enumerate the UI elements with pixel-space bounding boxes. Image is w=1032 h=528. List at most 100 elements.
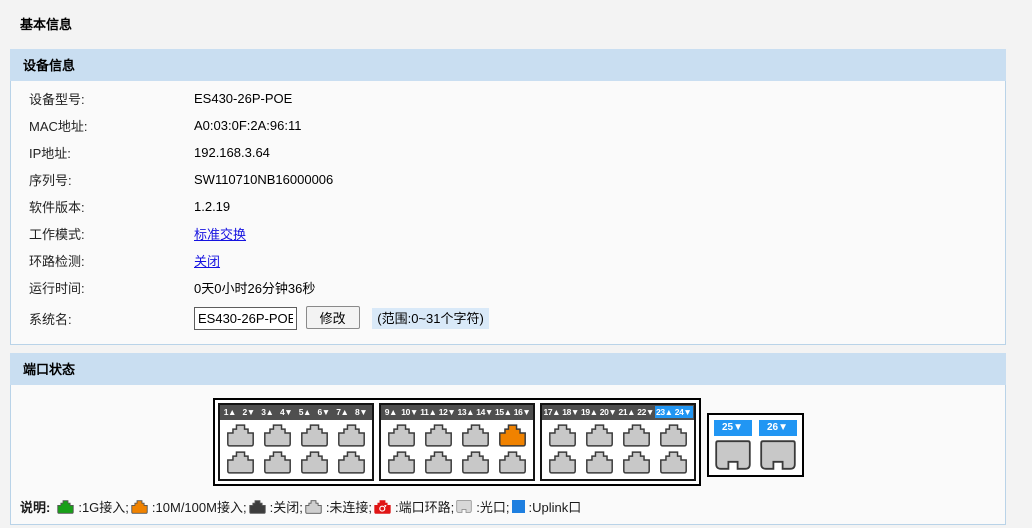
device-info-body: 设备型号:ES430-26P-POEMAC地址:A0:03:0F:2A:96:1…: [10, 81, 1006, 345]
sfp-ports-box: 25▼ 26▼: [707, 413, 804, 477]
port-number-label: 8▼: [352, 406, 371, 418]
port-number-label: 5▲: [296, 406, 315, 418]
port-number-label: 6▼: [314, 406, 333, 418]
port-closed-icon: [249, 500, 266, 514]
port-23-icon[interactable]: [659, 424, 688, 447]
port-20-icon[interactable]: [585, 451, 614, 474]
port-number-label: 18▼: [561, 406, 580, 418]
port-5-icon[interactable]: [300, 424, 329, 447]
port-group-header: 17▲18▼19▲20▼21▲22▼23▲24▼: [542, 405, 694, 420]
port-number-label: 14▼: [475, 406, 494, 418]
page-title: 基本信息: [0, 0, 1032, 49]
work-mode-link[interactable]: 标准交换: [194, 224, 246, 243]
device-model-row-label: 设备型号:: [29, 89, 194, 108]
serial-number-row-value: SW110710NB16000006: [194, 172, 333, 187]
port-25-icon[interactable]: [714, 440, 752, 470]
ip-address-row-label: IP地址:: [29, 143, 194, 162]
port-24-icon[interactable]: [659, 451, 688, 474]
port-8-icon[interactable]: [337, 451, 366, 474]
device-info-header: 设备信息: [10, 49, 1006, 81]
device-model-row-value: ES430-26P-POE: [194, 91, 292, 106]
port-disconnected-icon: [305, 500, 322, 514]
port-2-icon[interactable]: [226, 451, 255, 474]
port-3-icon[interactable]: [263, 424, 292, 447]
system-name-hint: (范围:0~31个字符): [372, 308, 489, 329]
mac-address-row-value: A0:03:0F:2A:96:11: [194, 118, 301, 133]
port-16-icon[interactable]: [498, 451, 527, 474]
system-name-input[interactable]: [194, 307, 297, 330]
port-number-label: 2▼: [239, 406, 258, 418]
uptime-row: 运行时间:0天0小时26分钟36秒: [11, 274, 1005, 301]
ip-address-row-value: 192.168.3.64: [194, 145, 270, 160]
device-info-rows: 设备型号:ES430-26P-POEMAC地址:A0:03:0F:2A:96:1…: [11, 85, 1005, 301]
legend-item-text: :端口环路;: [395, 497, 454, 516]
switch-face-plate: 1▲2▼3▲4▼5▲6▼7▲8▼9▲10▼11▲12▼13▲14▼15▲16▼1…: [11, 398, 1005, 486]
mac-address-row-label: MAC地址:: [29, 116, 194, 135]
fiber-port-icon: [456, 500, 472, 513]
uptime-row-value: 0天0小时26分钟36秒: [194, 278, 315, 297]
port-legend: 说明: :1G接入;:10M/100M接入;:关闭;:未连接;:端口环路;:光口…: [11, 497, 1005, 516]
system-name-label: 系统名:: [29, 309, 194, 328]
port-number-label: 23▲: [655, 406, 674, 418]
port-number-label: 13▲: [457, 406, 476, 418]
port-26-icon[interactable]: [759, 440, 797, 470]
port-19-icon[interactable]: [585, 424, 614, 447]
loop-detect-link[interactable]: 关闭: [194, 251, 220, 270]
legend-item-text: :关闭;: [270, 497, 303, 516]
port-26-module: 26▼: [759, 420, 797, 470]
port-1-icon[interactable]: [226, 424, 255, 447]
port-group-1: 1▲2▼3▲4▼5▲6▼7▲8▼: [218, 403, 374, 481]
port-number-label: 3▲: [258, 406, 277, 418]
uptime-row-label: 运行时间:: [29, 278, 194, 297]
port-6-icon[interactable]: [300, 451, 329, 474]
mac-address-row: MAC地址:A0:03:0F:2A:96:11: [11, 112, 1005, 139]
port-25-module: 25▼: [714, 420, 752, 470]
loop-detect-row: 环路检测:关闭: [11, 247, 1005, 274]
modify-button[interactable]: 修改: [306, 306, 360, 329]
port-number-label: 11▲: [419, 406, 438, 418]
uplink-port-icon: [512, 500, 525, 513]
legend-item-text: :1G接入;: [78, 497, 129, 516]
port-1g-icon: [57, 500, 74, 514]
software-version-row: 软件版本:1.2.19: [11, 193, 1005, 220]
port-number-label: 12▼: [438, 406, 457, 418]
port-15-icon[interactable]: [498, 424, 527, 447]
port-7-icon[interactable]: [337, 424, 366, 447]
port-group-header: 1▲2▼3▲4▼5▲6▼7▲8▼: [220, 405, 372, 420]
serial-number-row-label: 序列号:: [29, 170, 194, 189]
software-version-row-label: 软件版本:: [29, 197, 194, 216]
port-number-label: 20▼: [599, 406, 618, 418]
port-21-icon[interactable]: [622, 424, 651, 447]
system-name-controls: 修改 (范围:0~31个字符): [194, 306, 489, 330]
port-4-icon[interactable]: [263, 451, 292, 474]
port-number-label: 4▼: [277, 406, 296, 418]
port-group-header: 9▲10▼11▲12▼13▲14▼15▲16▼: [381, 405, 533, 420]
port-9-icon[interactable]: [387, 424, 416, 447]
port-22-icon[interactable]: [622, 451, 651, 474]
port-number-label: 16▼: [513, 406, 532, 418]
port-status-panel: 端口状态 1▲2▼3▲4▼5▲6▼7▲8▼9▲10▼11▲12▼13▲14▼15…: [10, 353, 1006, 525]
port-10-icon[interactable]: [387, 451, 416, 474]
port-number-label: 7▲: [333, 406, 352, 418]
port-17-icon[interactable]: [548, 424, 577, 447]
port-18-icon[interactable]: [548, 451, 577, 474]
port-12-icon[interactable]: [424, 451, 453, 474]
legend-item-text: :10M/100M接入;: [152, 497, 247, 516]
port-number-label: 15▲: [494, 406, 513, 418]
port-25-label: 25▼: [714, 420, 752, 436]
port-14-icon[interactable]: [461, 451, 490, 474]
port-13-icon[interactable]: [461, 424, 490, 447]
port-11-icon[interactable]: [424, 424, 453, 447]
software-version-row-value: 1.2.19: [194, 199, 230, 214]
port-number-label: 17▲: [543, 406, 562, 418]
legend-label: 说明:: [20, 497, 50, 516]
port-group-3: 17▲18▼19▲20▼21▲22▼23▲24▼: [540, 403, 696, 481]
port-number-label: 22▼: [636, 406, 655, 418]
work-mode-row: 工作模式:标准交换: [11, 220, 1005, 247]
port-group-2: 9▲10▼11▲12▼13▲14▼15▲16▼: [379, 403, 535, 481]
port-number-label: 24▼: [674, 406, 693, 418]
loop-detect-row-label: 环路检测:: [29, 251, 194, 270]
device-info-panel: 设备信息 设备型号:ES430-26P-POEMAC地址:A0:03:0F:2A…: [10, 49, 1006, 345]
rj45-ports-box: 1▲2▼3▲4▼5▲6▼7▲8▼9▲10▼11▲12▼13▲14▼15▲16▼1…: [213, 398, 701, 486]
port-loop-icon: [374, 500, 391, 514]
